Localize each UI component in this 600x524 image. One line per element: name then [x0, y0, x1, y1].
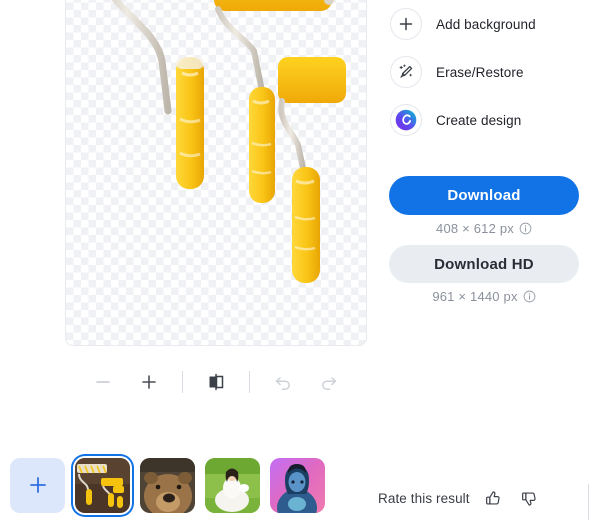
right-panel: Add background Erase/Restore Create desi… [380, 0, 600, 470]
info-icon-hd[interactable] [523, 290, 536, 303]
thumbs-down-icon [522, 491, 536, 506]
download-dimensions: 408 × 612 px [436, 221, 514, 236]
add-image-button[interactable] [10, 457, 65, 513]
download-dimensions-row: 408 × 612 px [389, 221, 579, 236]
redo-button[interactable] [310, 363, 348, 401]
download-button[interactable]: Download [389, 176, 579, 215]
add-background-label: Add background [436, 16, 536, 32]
roller-small [278, 57, 346, 283]
redo-icon [322, 377, 337, 390]
plus-icon [29, 477, 46, 493]
thumbs-up-icon [486, 490, 500, 505]
canva-logo-icon [390, 104, 422, 136]
thumbs-down-button[interactable] [518, 486, 542, 510]
image-canvas[interactable] [65, 0, 367, 346]
paint-rollers-artwork [111, 0, 346, 283]
download-hd-dimensions-row: 961 × 1440 px [389, 289, 579, 304]
erase-restore-action[interactable]: Erase/Restore [388, 54, 526, 90]
thumbnail-image [75, 457, 130, 513]
thumbnail-strip [0, 452, 325, 518]
download-hd-dimensions: 961 × 1440 px [432, 289, 518, 304]
thumbnail-image [140, 457, 195, 513]
editor-area [0, 0, 380, 424]
undo-button[interactable] [264, 363, 302, 401]
rate-result-row: Rate this result [378, 486, 542, 510]
canvas-toolbar [65, 362, 367, 402]
create-design-label: Create design [436, 112, 522, 128]
minus-icon [96, 381, 110, 383]
thumbnail-image [270, 457, 325, 513]
info-icon[interactable] [519, 222, 532, 235]
thumbnail-image [205, 457, 260, 513]
right-edge-divider [588, 484, 589, 520]
zoom-in-button[interactable] [130, 363, 168, 401]
thumbnail-woman-neon-portrait[interactable] [270, 457, 325, 513]
magic-brush-icon [390, 56, 422, 88]
compare-split-icon [209, 373, 224, 391]
plus-icon [390, 8, 422, 40]
toolbar-divider-2 [249, 371, 250, 393]
add-background-action[interactable]: Add background [388, 6, 538, 42]
toolbar-divider [182, 371, 183, 393]
background-remover-app: Add background Erase/Restore Create desi… [0, 0, 600, 524]
download-hd-button[interactable]: Download HD [389, 245, 579, 283]
undo-icon [275, 377, 290, 390]
plus-icon [142, 375, 156, 389]
compare-toggle-button[interactable] [197, 363, 235, 401]
create-design-action[interactable]: Create design [388, 102, 523, 138]
thumbnail-bear[interactable] [140, 457, 195, 513]
zoom-out-button[interactable] [84, 363, 122, 401]
rate-this-result-label: Rate this result [378, 490, 470, 506]
erase-restore-label: Erase/Restore [436, 64, 524, 80]
thumbnail-girl-in-white-dress[interactable] [205, 457, 260, 513]
thumbs-up-button[interactable] [482, 486, 506, 510]
thumbnail-paint-rollers[interactable] [75, 457, 130, 513]
